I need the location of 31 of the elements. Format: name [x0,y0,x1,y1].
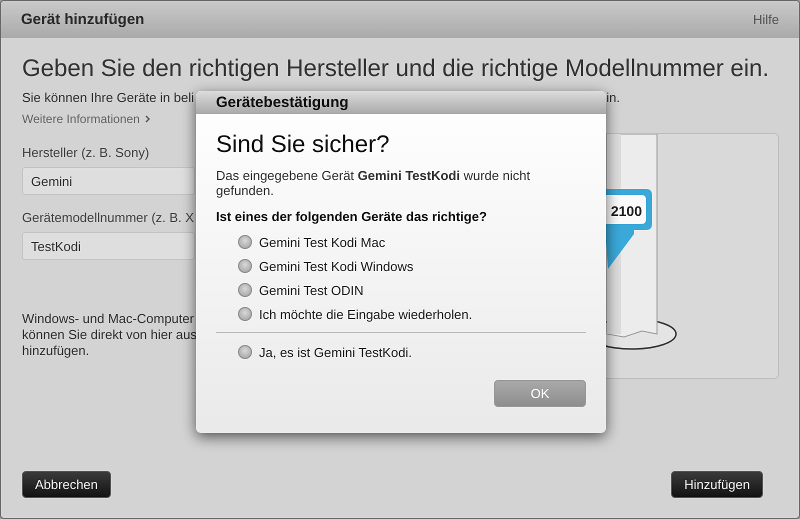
more-info-link[interactable]: Weitere Informationen [22,112,150,126]
field-label: Gerätemodellnummer (z. B. X [22,210,194,226]
radio-icon[interactable] [238,235,252,249]
radio-option[interactable]: Ja, es ist Gemini TestKodi. [238,344,412,360]
help-link[interactable]: Hilfe [752,12,779,27]
note-text: können Sie direkt von hier aus [22,327,197,343]
intro-text: Sie können Ihre Geräte in beli [22,90,194,105]
radio-icon[interactable] [238,259,252,273]
cancel-button[interactable]: Abbrechen [22,471,111,498]
input-field[interactable]: TestKodi [22,232,195,260]
radio-icon[interactable] [238,283,252,297]
add-button[interactable]: Hinzufügen [671,471,763,498]
radio-option[interactable]: Ich möchte die Eingabe wiederholen. [238,306,472,322]
intro-text: in. [606,90,620,105]
dialog-question: Ist eines der folgenden Geräte das richtige? [216,209,488,224]
dialog-heading: Sind Sie sicher? [216,131,390,159]
dialog-message: Das eingegebene Gerät Gemini TestKodi wurde nicht gefunden. [216,168,532,198]
chevron-icon [144,115,150,123]
radio-option[interactable]: Gemini Test Kodi Windows [238,258,414,274]
note-text: Windows- und Mac-Computer [22,311,194,327]
input-field[interactable]: Gemini [22,167,195,195]
window-title: Gerät hinzufügen [21,11,144,28]
radio-icon[interactable] [238,307,252,321]
field-label: Hersteller (z. B. Sony) [22,145,150,161]
radio-option[interactable]: Gemini Test ODIN [238,282,364,298]
dialog-title: Gerätebestätigung [216,94,349,111]
radio-option[interactable]: Gemini Test Kodi Mac [238,234,386,250]
note-text: hinzufügen. [22,343,90,359]
page-heading: Geben Sie den richtigen Hersteller und die richtige Modellnummer ein. [22,54,770,84]
model-number-label: 2100 [610,203,642,219]
radio-icon[interactable] [238,345,252,359]
